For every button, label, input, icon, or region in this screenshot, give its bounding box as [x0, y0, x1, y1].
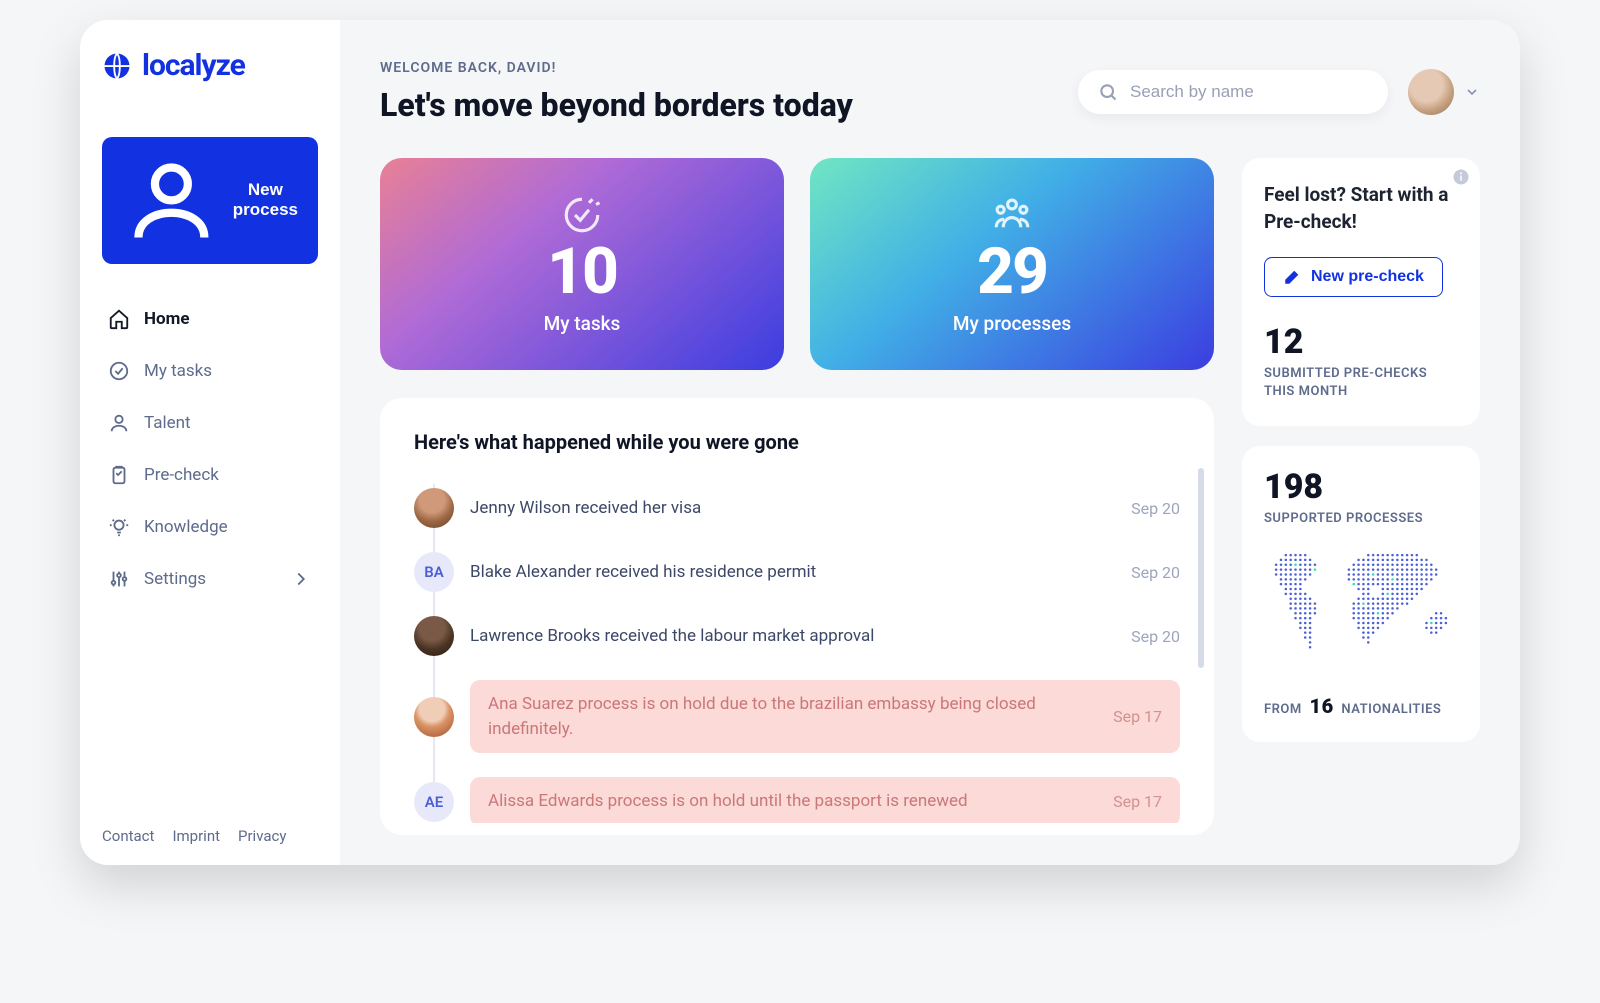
footer-contact[interactable]: Contact: [102, 827, 154, 845]
activity-item[interactable]: Ana Suarez process is on hold due to the…: [414, 668, 1180, 765]
stat-cards: 10 My tasks 29 My processes: [380, 158, 1214, 370]
sidebar-item-label: Pre-check: [144, 465, 219, 485]
pre-check-count: 12: [1264, 325, 1458, 359]
new-pre-check-button[interactable]: New pre-check: [1264, 257, 1443, 297]
activity-text: Blake Alexander received his residence p…: [470, 560, 1115, 585]
activity-panel: Here's what happened while you were gone…: [380, 398, 1214, 835]
sidebar-item-label: Talent: [144, 413, 191, 433]
activity-avatar: [414, 488, 454, 528]
scrollbar[interactable]: [1198, 468, 1204, 668]
processes-card: 198 SUPPORTED PROCESSES FROM 16 NATIONAL…: [1242, 446, 1480, 742]
activity-avatar: [414, 616, 454, 656]
sidebar-item-pre-check[interactable]: Pre-check: [102, 454, 318, 496]
lightbulb-icon: [108, 516, 130, 538]
activity-item[interactable]: Jenny Wilson received her visa Sep 20: [414, 476, 1180, 540]
activity-text: Jenny Wilson received her visa: [470, 496, 1115, 521]
sliders-icon: [108, 568, 130, 590]
sidebar: localyze New process Home My tasks Talen…: [80, 20, 340, 865]
activity-date: Sep 20: [1131, 627, 1180, 646]
activity-avatar: [414, 697, 454, 737]
activity-date: Sep 20: [1131, 499, 1180, 518]
search-input[interactable]: [1130, 82, 1368, 102]
pre-check-caption: SUBMITTED PRE-CHECKS THIS MONTH: [1264, 365, 1458, 401]
sidebar-item-my-tasks[interactable]: My tasks: [102, 350, 318, 392]
sidebar-item-settings[interactable]: Settings: [102, 558, 318, 600]
user-menu[interactable]: [1408, 69, 1480, 115]
sidebar-item-label: Home: [144, 309, 190, 329]
chevron-right-icon: [290, 568, 312, 590]
activity-text: Alissa Edwards process is on hold until …: [488, 789, 1097, 814]
world-map-icon: [1264, 546, 1458, 666]
avatar: [1408, 69, 1454, 115]
activity-date: Sep 17: [1113, 792, 1162, 811]
activity-item[interactable]: AE Alissa Edwards process is on hold unti…: [414, 765, 1180, 823]
sidebar-item-knowledge[interactable]: Knowledge: [102, 506, 318, 548]
activity-item[interactable]: BA Blake Alexander received his residence…: [414, 540, 1180, 604]
people-icon: [991, 194, 1033, 236]
activity-avatar: BA: [414, 552, 454, 592]
stat-value: 29: [977, 240, 1047, 304]
footer-imprint[interactable]: Imprint: [172, 827, 220, 845]
welcome-text: WELCOME BACK, DAVID!: [380, 60, 1058, 76]
clipboard-icon: [108, 464, 130, 486]
home-icon: [108, 308, 130, 330]
pre-check-card: Feel lost? Start with a Pre-check! New p…: [1242, 158, 1480, 426]
processes-caption: SUPPORTED PROCESSES: [1264, 510, 1458, 528]
new-process-button[interactable]: New process: [102, 137, 318, 264]
brand-name: localyze: [142, 48, 245, 83]
header-row: WELCOME BACK, DAVID! Let's move beyond b…: [380, 60, 1480, 124]
sidebar-item-talent[interactable]: Talent: [102, 402, 318, 444]
activity-item[interactable]: Lawrence Brooks received the labour mark…: [414, 604, 1180, 668]
stat-label: My tasks: [544, 312, 621, 335]
user-icon: [122, 151, 221, 250]
sidebar-footer: Contact Imprint Privacy: [102, 827, 318, 845]
sidebar-item-label: Knowledge: [144, 517, 228, 537]
chevron-down-icon: [1464, 84, 1480, 100]
info-icon[interactable]: [1452, 168, 1470, 186]
pre-check-title: Feel lost? Start with a Pre-check!: [1264, 182, 1458, 235]
page-headline: Let's move beyond borders today: [380, 86, 1058, 124]
activity-list: Jenny Wilson received her visa Sep 20 BA Bl…: [414, 476, 1180, 823]
main: WELCOME BACK, DAVID! Let's move beyond b…: [340, 20, 1520, 865]
stat-value: 10: [547, 240, 617, 304]
globe-icon: [102, 51, 132, 81]
sidebar-item-label: Settings: [144, 569, 206, 589]
activity-date: Sep 20: [1131, 563, 1180, 582]
sidebar-item-home[interactable]: Home: [102, 298, 318, 340]
stat-card-my-processes[interactable]: 29 My processes: [810, 158, 1214, 370]
activity-text: Ana Suarez process is on hold due to the…: [488, 692, 1097, 741]
user-icon: [108, 412, 130, 434]
sidebar-item-label: My tasks: [144, 361, 212, 381]
footer-privacy[interactable]: Privacy: [238, 827, 286, 845]
search-icon: [1098, 82, 1118, 102]
processes-count: 198: [1264, 470, 1458, 504]
brand-logo: localyze: [102, 48, 318, 83]
activity-avatar: AE: [414, 782, 454, 822]
check-circle-icon: [108, 360, 130, 382]
stat-label: My processes: [953, 312, 1071, 335]
clock-check-icon: [561, 194, 603, 236]
nav: Home My tasks Talent Pre-check Knowledge…: [102, 298, 318, 827]
activity-date: Sep 17: [1113, 707, 1162, 726]
nationalities-line: FROM 16 NATIONALITIES: [1264, 694, 1458, 718]
activity-text: Lawrence Brooks received the labour mark…: [470, 624, 1115, 649]
edit-icon: [1283, 268, 1301, 286]
search-box[interactable]: [1078, 70, 1388, 114]
stat-card-my-tasks[interactable]: 10 My tasks: [380, 158, 784, 370]
activity-title: Here's what happened while you were gone: [414, 430, 1180, 454]
